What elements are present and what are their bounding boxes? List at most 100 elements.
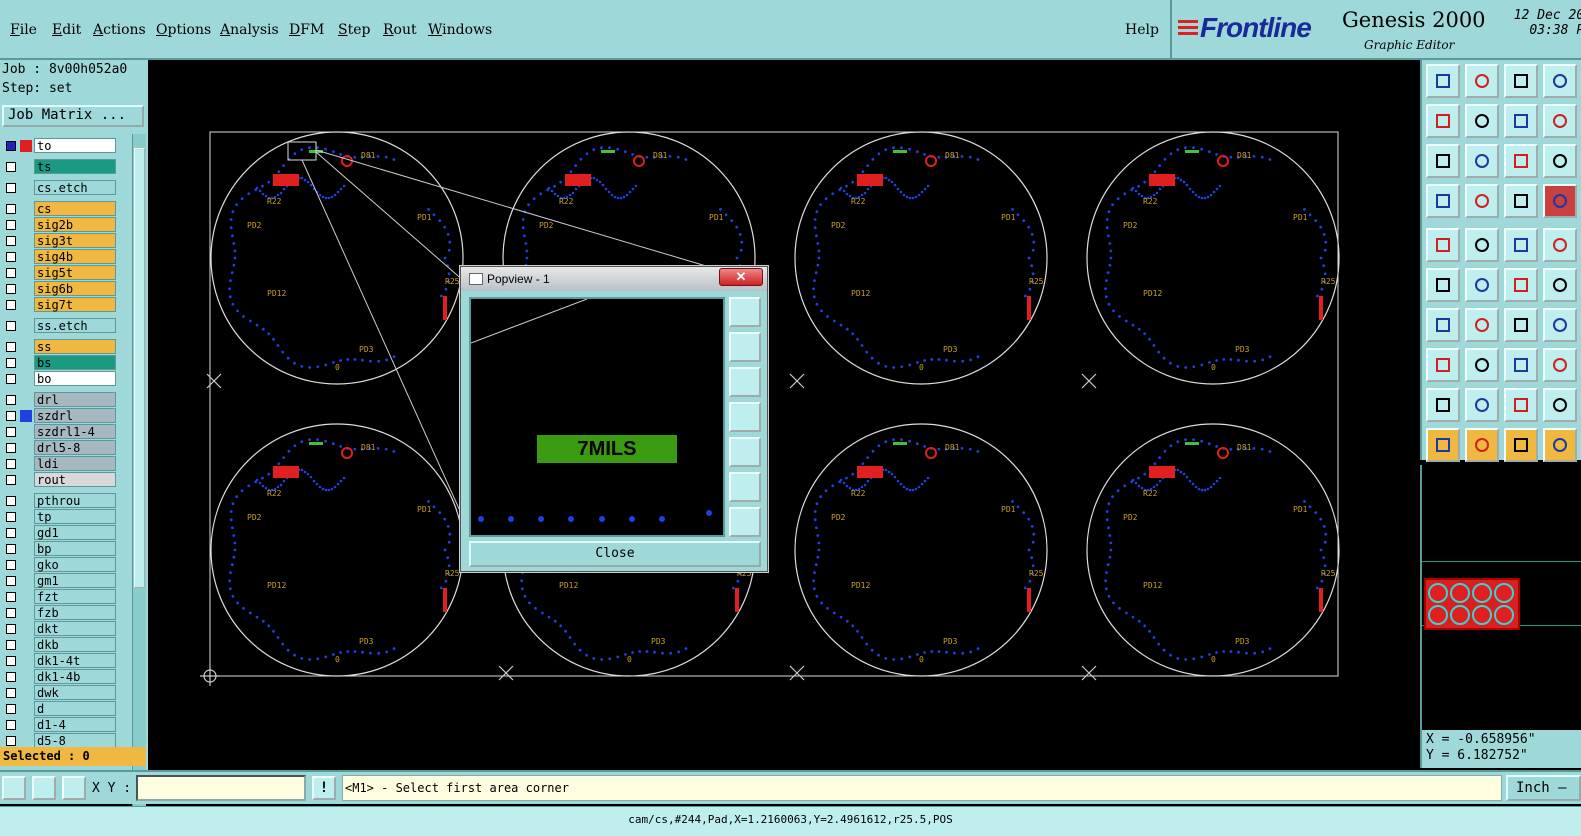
ruler-icon[interactable] [1504,228,1538,262]
layer-row[interactable]: gm1 [0,573,120,588]
menu-analysis[interactable]: Analysis [220,22,279,38]
fit-screen-icon[interactable] [1426,144,1460,178]
layer-row[interactable]: dkt [0,621,120,636]
layer-name[interactable]: d5-8 [34,733,116,748]
layer-checkbox[interactable] [6,162,16,172]
layer-name[interactable]: sig7t [34,297,116,312]
pan-left-icon[interactable] [729,402,761,432]
layer-row[interactable]: dkb [0,637,120,652]
layer-row[interactable]: pthrou [0,493,120,508]
layer-row[interactable]: ts [0,159,120,174]
pcb-board[interactable]: D81 PD1 PD12 PD2 R22 R25 PD3 0 [1086,131,1340,385]
layer-checkbox[interactable] [6,592,16,602]
layer-row[interactable]: sig2b [0,217,120,232]
snap-net-icon[interactable] [1504,184,1538,218]
layer-row[interactable]: fzt [0,589,120,604]
layer-name[interactable]: ldi [34,456,116,471]
layer-checkbox[interactable] [6,624,16,634]
layer-name[interactable]: ss [34,339,116,354]
layer-checkbox[interactable] [6,496,16,506]
layer-name[interactable]: dkt [34,621,116,636]
layer-name[interactable]: d1-4 [34,717,116,732]
layer-row[interactable]: drl [0,392,120,407]
probe-icon[interactable] [1465,184,1499,218]
pan-up-icon[interactable] [729,332,761,362]
layer-checkbox[interactable] [6,204,16,214]
layer-checkbox[interactable] [6,342,16,352]
pad-tool-icon[interactable] [1426,348,1460,382]
menu-dfm[interactable]: DFM [289,22,324,38]
line-tool-icon[interactable] [1426,308,1460,342]
zoom-center-icon[interactable] [1465,144,1499,178]
layer-checkbox[interactable] [6,560,16,570]
open-step-icon[interactable] [1426,64,1460,98]
layer-checkbox[interactable] [6,528,16,538]
pcb-board[interactable]: D81 PD1 PD12 PD2 R22 R25 PD3 0 [794,423,1048,677]
layer-name[interactable]: fzt [34,589,116,604]
pan-down-icon[interactable] [729,367,761,397]
layer-row[interactable]: ldi [0,456,120,471]
layer-name[interactable]: gko [34,557,116,572]
copy-icon[interactable] [1543,348,1577,382]
layer-name[interactable]: rout [34,472,116,487]
measure-icon[interactable] [32,776,56,800]
popview-close-button[interactable]: Close [469,541,761,567]
move-icon[interactable] [1504,268,1538,302]
layer-row[interactable]: d [0,701,120,716]
layer-checkbox[interactable] [6,358,16,368]
layer-checkbox[interactable] [6,544,16,554]
layer-row[interactable]: sig4b [0,249,120,264]
zoom-out-icon[interactable] [729,472,761,502]
layer-checkbox[interactable] [6,688,16,698]
layer-row[interactable]: bp [0,541,120,556]
scrollbar-thumb[interactable] [134,148,145,588]
pan-left-icon[interactable] [1426,104,1460,138]
circle-tool-icon[interactable] [1543,228,1577,262]
layer-row[interactable]: sig3t [0,233,120,248]
arch-icon[interactable] [1504,388,1538,422]
settings-icon[interactable] [1426,184,1460,218]
clip-icon[interactable] [1465,228,1499,262]
layer-row[interactable]: dk1-4b [0,669,120,684]
exclamation-button[interactable]: ! [312,776,336,800]
layer-name[interactable]: dk1-4t [34,653,116,668]
layer-row[interactable]: bs [0,355,120,370]
add-pointer-icon[interactable] [1504,428,1538,462]
layer-checkbox[interactable] [6,512,16,522]
layer-checkbox[interactable] [6,640,16,650]
edit-icon[interactable] [1543,268,1577,302]
layer-checkbox[interactable] [6,720,16,730]
layer-name[interactable]: drl5-8 [34,440,116,455]
layer-name[interactable]: sig4b [34,249,116,264]
layer-name[interactable]: sig3t [34,233,116,248]
peak-icon[interactable] [1465,388,1499,422]
unit-selector[interactable]: Inch — [1506,775,1581,801]
layer-name[interactable]: szdrl1-4 [34,424,116,439]
popview-viewport[interactable]: 7MILS [469,297,725,537]
layer-name[interactable]: bo [34,371,116,386]
layer-row[interactable]: gko [0,557,120,572]
connect-icon[interactable] [1426,268,1460,302]
cross-icon[interactable] [1465,268,1499,302]
pcb-board[interactable]: D81 PD1 PD12 PD2 R22 R25 PD3 0 [1086,423,1340,677]
layer-name[interactable]: gd1 [34,525,116,540]
layer-name[interactable]: ts [34,159,116,174]
layer-checkbox[interactable] [6,395,16,405]
snap-icon[interactable] [2,776,26,800]
layer-row[interactable]: ss [0,339,120,354]
pcb-board[interactable]: D81 PD1 PD12 PD2 R22 R25 PD3 0 [794,131,1048,385]
job-matrix-button[interactable]: Job Matrix ... [2,105,144,127]
layer-name[interactable]: d [34,701,116,716]
frame-icon[interactable] [1543,308,1577,342]
pan-right-icon[interactable] [729,437,761,467]
layer-checkbox[interactable] [6,459,16,469]
home-icon[interactable] [1504,64,1538,98]
menu-actions[interactable]: Actions [93,22,146,38]
close-icon[interactable]: ✕ [719,268,763,286]
layer-name[interactable]: szdrl [34,408,116,423]
popview-titlebar[interactable]: Popview - 1 ✕ [461,267,767,291]
menu-rout[interactable]: Rout [383,22,417,38]
layer-row[interactable]: tp [0,509,120,524]
layer-checkbox[interactable] [6,656,16,666]
menu-help[interactable]: Help [1125,22,1159,38]
